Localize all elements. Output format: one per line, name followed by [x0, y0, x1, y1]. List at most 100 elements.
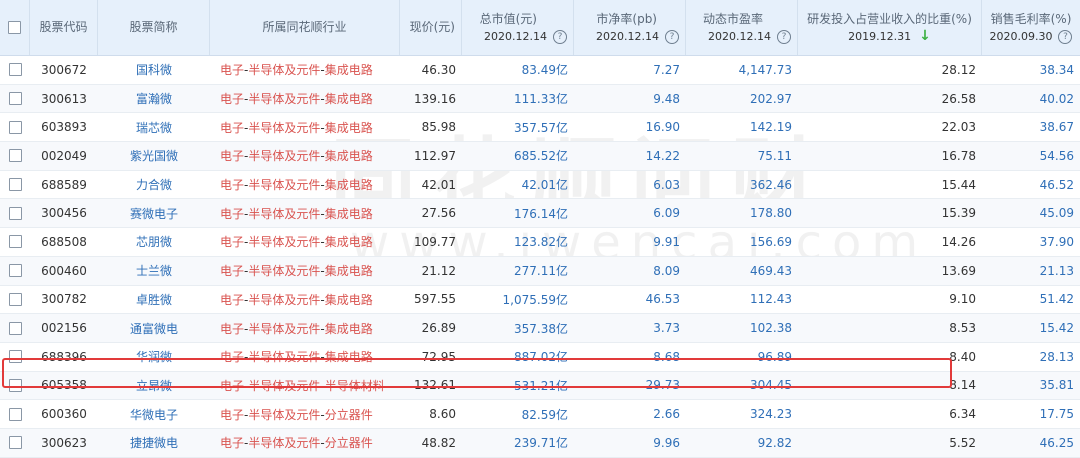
- table-row[interactable]: 300456 赛微电子 电子-半导体及元件-集成电路 27.56 176.14亿…: [0, 199, 1080, 229]
- pe-link[interactable]: 75.11: [686, 149, 798, 163]
- row-checkbox[interactable]: [8, 149, 22, 163]
- table-row[interactable]: 002156 通富微电 电子-半导体及元件-集成电路 26.89 357.38亿…: [0, 314, 1080, 343]
- row-checkbox[interactable]: [8, 407, 22, 421]
- pe-link[interactable]: 156.69: [686, 235, 798, 249]
- pb-link[interactable]: 46.53: [574, 292, 686, 306]
- market-cap-link[interactable]: 357.57亿: [462, 119, 574, 136]
- gross-margin-link[interactable]: 38.67: [982, 120, 1080, 134]
- industry-level1-link[interactable]: 电子: [220, 293, 244, 307]
- market-cap-link[interactable]: 239.71亿: [462, 434, 574, 451]
- industry-level3-link[interactable]: 分立器件: [325, 408, 373, 422]
- industry-level1-link[interactable]: 电子: [220, 235, 244, 249]
- market-cap-link[interactable]: 111.33亿: [462, 90, 574, 107]
- industry-level3-link[interactable]: 集成电路: [325, 293, 373, 307]
- industry-level3-link[interactable]: 集成电路: [325, 322, 373, 336]
- stock-name-link[interactable]: 捷捷微电: [98, 434, 210, 451]
- industry-level1-link[interactable]: 电子: [220, 322, 244, 336]
- stock-name-link[interactable]: 力合微: [98, 176, 210, 193]
- gross-margin-link[interactable]: 21.13: [982, 264, 1080, 278]
- pe-link[interactable]: 102.38: [686, 321, 798, 335]
- pb-link[interactable]: 16.90: [574, 120, 686, 134]
- stock-name-link[interactable]: 瑞芯微: [98, 119, 210, 136]
- pe-link[interactable]: 324.23: [686, 407, 798, 421]
- header-cap[interactable]: 总市值(元) 2020.12.14?: [462, 0, 574, 55]
- gross-margin-link[interactable]: 40.02: [982, 92, 1080, 106]
- industry-level2-link[interactable]: 半导体及元件: [248, 178, 320, 192]
- industry-level3-link[interactable]: 集成电路: [325, 178, 373, 192]
- industry-level1-link[interactable]: 电子: [220, 149, 244, 163]
- gross-margin-link[interactable]: 54.56: [982, 149, 1080, 163]
- industry-level2-link[interactable]: 半导体及元件: [248, 63, 320, 77]
- gross-margin-link[interactable]: 46.52: [982, 178, 1080, 192]
- pe-link[interactable]: 178.80: [686, 206, 798, 220]
- gross-margin-link[interactable]: 51.42: [982, 292, 1080, 306]
- industry-level2-link[interactable]: 半导体及元件: [248, 121, 320, 135]
- industry-level2-link[interactable]: 半导体及元件: [248, 264, 320, 278]
- gross-margin-link[interactable]: 38.34: [982, 63, 1080, 77]
- industry-level2-link[interactable]: 半导体及元件: [248, 322, 320, 336]
- industry-level3-link[interactable]: 集成电路: [325, 235, 373, 249]
- market-cap-link[interactable]: 176.14亿: [462, 205, 574, 222]
- stock-name-link[interactable]: 国科微: [98, 61, 210, 78]
- industry-level1-link[interactable]: 电子: [220, 436, 244, 450]
- table-row[interactable]: 600360 华微电子 电子-半导体及元件-分立器件 8.60 82.59亿 2…: [0, 400, 1080, 429]
- table-row[interactable]: 300613 富瀚微 电子-半导体及元件-集成电路 139.16 111.33亿…: [0, 84, 1080, 114]
- industry-level2-link[interactable]: 半导体及元件: [248, 235, 320, 249]
- gross-margin-link[interactable]: 17.75: [982, 407, 1080, 421]
- pb-link[interactable]: 2.66: [574, 407, 686, 421]
- header-name[interactable]: 股票简称: [98, 0, 210, 55]
- header-pb[interactable]: 市净率(pb) 2020.12.14?: [574, 0, 686, 55]
- industry-level2-link[interactable]: 半导体及元件: [248, 436, 320, 450]
- pb-link[interactable]: 9.91: [574, 235, 686, 249]
- stock-name-link[interactable]: 士兰微: [98, 262, 210, 279]
- row-checkbox[interactable]: [8, 436, 22, 450]
- header-rd[interactable]: 研发投入占营业收入的比重(%) 2019.12.31 ↓: [798, 0, 982, 55]
- table-row[interactable]: 688589 力合微 电子-半导体及元件-集成电路 42.01 42.01亿 6…: [0, 171, 1080, 200]
- stock-name-link[interactable]: 通富微电: [98, 320, 210, 337]
- row-checkbox[interactable]: [8, 321, 22, 335]
- gross-margin-link[interactable]: 15.42: [982, 321, 1080, 335]
- stock-name-link[interactable]: 赛微电子: [98, 205, 210, 222]
- market-cap-link[interactable]: 1,075.59亿: [462, 291, 574, 308]
- row-checkbox[interactable]: [8, 235, 22, 249]
- industry-level1-link[interactable]: 电子: [220, 178, 244, 192]
- pb-link[interactable]: 6.03: [574, 178, 686, 192]
- market-cap-link[interactable]: 277.11亿: [462, 262, 574, 279]
- header-code[interactable]: 股票代码: [30, 0, 98, 55]
- row-checkbox[interactable]: [8, 292, 22, 306]
- industry-level1-link[interactable]: 电子: [220, 264, 244, 278]
- header-gm[interactable]: 销售毛利率(%) 2020.09.30?: [982, 0, 1080, 55]
- table-row[interactable]: 688508 芯朋微 电子-半导体及元件-集成电路 109.77 123.82亿…: [0, 228, 1080, 257]
- pb-link[interactable]: 14.22: [574, 149, 686, 163]
- pb-link[interactable]: 9.96: [574, 436, 686, 450]
- market-cap-link[interactable]: 685.52亿: [462, 147, 574, 164]
- table-row[interactable]: 300672 国科微 电子-半导体及元件-集成电路 46.30 83.49亿 7…: [0, 56, 1080, 85]
- table-row[interactable]: 600460 士兰微 电子-半导体及元件-集成电路 21.12 277.11亿 …: [0, 256, 1080, 286]
- pb-link[interactable]: 3.73: [574, 321, 686, 335]
- header-price[interactable]: 现价(元): [400, 0, 462, 55]
- industry-level3-link[interactable]: 分立器件: [325, 436, 373, 450]
- market-cap-link[interactable]: 357.38亿: [462, 320, 574, 337]
- pe-link[interactable]: 202.97: [686, 92, 798, 106]
- stock-name-link[interactable]: 芯朋微: [98, 233, 210, 250]
- row-checkbox[interactable]: [8, 206, 22, 220]
- industry-level3-link[interactable]: 集成电路: [325, 92, 373, 106]
- gross-margin-link[interactable]: 46.25: [982, 436, 1080, 450]
- pe-link[interactable]: 142.19: [686, 120, 798, 134]
- industry-level1-link[interactable]: 电子: [220, 121, 244, 135]
- table-row[interactable]: 002049 紫光国微 电子-半导体及元件-集成电路 112.97 685.52…: [0, 142, 1080, 171]
- help-icon[interactable]: ?: [777, 29, 791, 44]
- row-checkbox[interactable]: [8, 120, 22, 134]
- industry-level3-link[interactable]: 集成电路: [325, 149, 373, 163]
- gross-margin-link[interactable]: 37.90: [982, 235, 1080, 249]
- stock-name-link[interactable]: 华微电子: [98, 406, 210, 423]
- pe-link[interactable]: 362.46: [686, 178, 798, 192]
- gross-margin-link[interactable]: 45.09: [982, 206, 1080, 220]
- row-checkbox[interactable]: [8, 92, 22, 106]
- industry-level3-link[interactable]: 集成电路: [325, 121, 373, 135]
- table-row[interactable]: 603893 瑞芯微 电子-半导体及元件-集成电路 85.98 357.57亿 …: [0, 113, 1080, 143]
- industry-level2-link[interactable]: 半导体及元件: [248, 207, 320, 221]
- select-all-checkbox[interactable]: [8, 21, 21, 34]
- pe-link[interactable]: 4,147.73: [686, 63, 798, 77]
- table-row[interactable]: 300782 卓胜微 电子-半导体及元件-集成电路 597.55 1,075.5…: [0, 286, 1080, 315]
